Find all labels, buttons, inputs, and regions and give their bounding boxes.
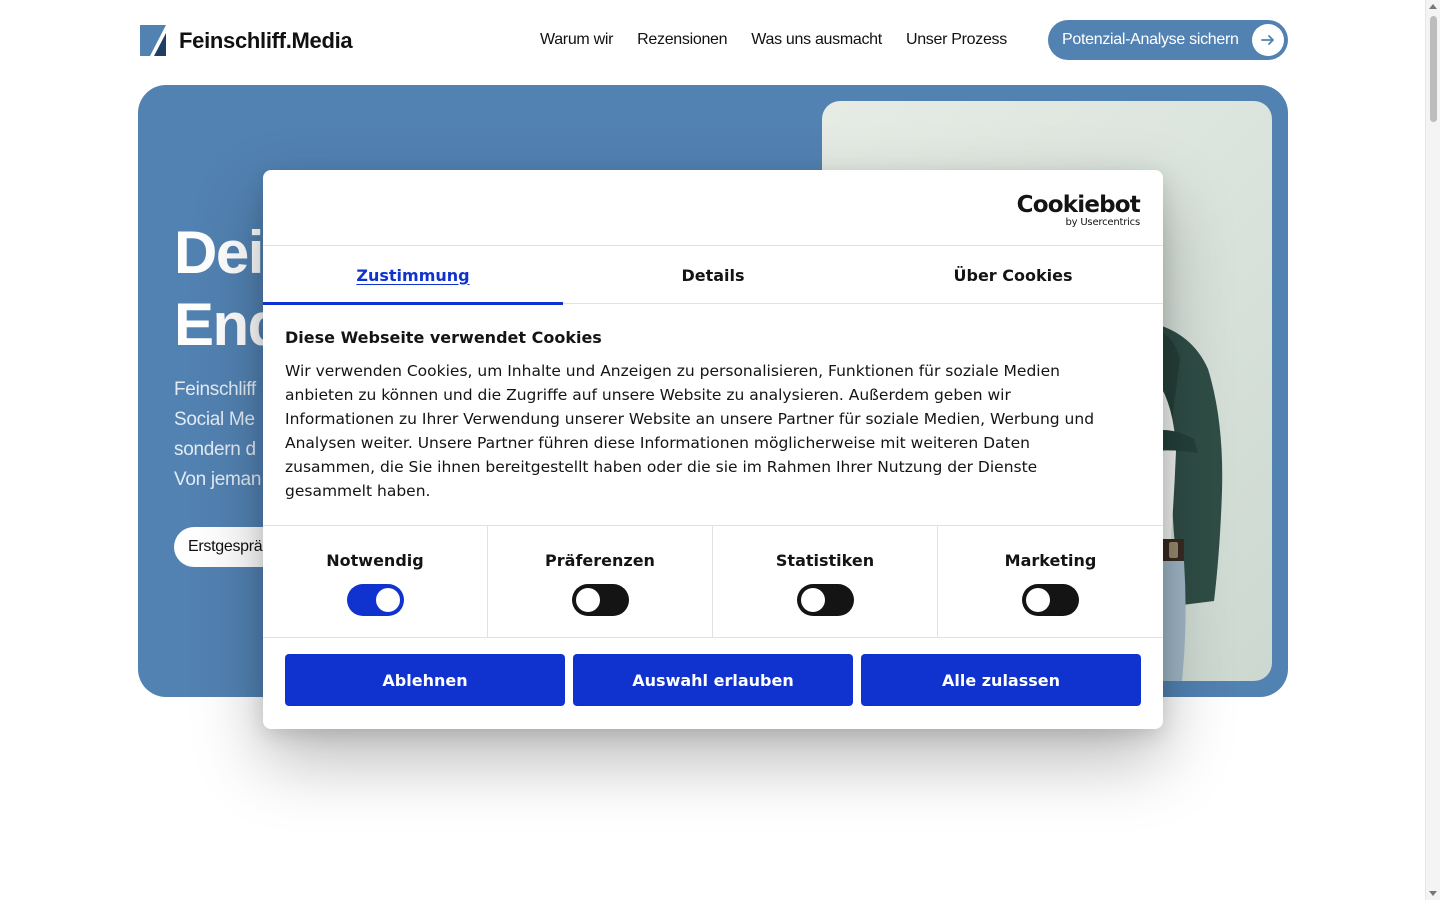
brand-logo-icon[interactable] [140,25,166,56]
category-label: Statistiken [775,551,875,570]
scrollbar-thumb[interactable] [1430,16,1437,122]
consent-body-line: Wir verwenden Cookies, um Inhalte und An… [285,362,1060,380]
tab-zustimmung[interactable]: Zustimmung [263,246,563,305]
arrow-right-icon [1252,24,1284,56]
cookiebot-logo[interactable]: Cookiebot by Usercentrics [1016,192,1141,228]
cookiebot-logo-word: Cookiebot [1016,192,1141,218]
category-praeferenzen: Präferenzen [488,526,713,638]
potential-analysis-button[interactable]: Potenzial-Analyse sichern [1048,20,1288,60]
dialog-header: Cookiebot by Usercentrics [263,170,1163,246]
consent-body-line: Analysen weiter. Unsere Partner führen d… [285,434,1030,452]
consent-body-line: Informationen zu Ihrer Verwendung unsere… [285,410,1095,428]
toggle-marketing[interactable] [1022,584,1079,616]
tab-ueber-cookies[interactable]: Über Cookies [863,246,1163,304]
consent-tabs: Zustimmung Details Über Cookies [263,246,1163,305]
toggle-knob [376,588,400,612]
nav-link-rezensionen[interactable]: Rezensionen [637,31,727,49]
category-marketing: Marketing [938,526,1163,638]
cookie-categories: Notwendig Präferenzen Statistiken Market… [263,525,1163,638]
toggle-knob [576,588,600,612]
toggle-knob [1026,588,1050,612]
decline-button[interactable]: Ablehnen [285,654,565,706]
scroll-up-arrow-icon[interactable] [1429,4,1437,9]
category-notwendig: Notwendig [263,526,488,638]
toggle-knob [801,588,825,612]
scroll-down-arrow-icon[interactable] [1429,891,1437,896]
main-nav: Warum wir Rezensionen Was uns ausmacht U… [540,31,1007,49]
consent-body: Wir verwenden Cookies, um Inhalte und An… [285,359,1141,503]
allow-all-button[interactable]: Alle zulassen [861,654,1141,706]
category-label: Marketing [1004,551,1097,570]
toggle-notwendig[interactable] [347,584,404,616]
tab-label: Über Cookies [953,265,1073,285]
cookie-consent-dialog: Cookiebot by Usercentrics Zustimmung Det… [263,170,1163,729]
category-statistiken: Statistiken [713,526,938,638]
consent-body-line: zusammen, die Sie ihnen bereitgestellt h… [285,458,1038,476]
toggle-statistiken[interactable] [797,584,854,616]
allow-selection-button[interactable]: Auswahl erlauben [573,654,853,706]
site-header: Feinschliff.Media Warum wir Rezensionen … [138,18,1288,62]
category-label: Präferenzen [545,551,655,570]
tab-label: Zustimmung [356,265,470,285]
consent-body-line: anbieten zu können und die Zugriffe auf … [285,386,1011,404]
consent-body-line: gesammelt haben. [285,482,431,500]
tab-details[interactable]: Details [563,246,863,304]
tab-label: Details [681,265,745,285]
nav-link-was-uns-ausmacht[interactable]: Was uns ausmacht [751,31,882,49]
toggle-praeferenzen[interactable] [572,584,629,616]
page-scrollbar[interactable] [1425,0,1440,900]
nav-link-unser-prozess[interactable]: Unser Prozess [906,31,1007,49]
consent-buttons: Ablehnen Auswahl erlauben Alle zulassen [285,654,1141,706]
brand-name[interactable]: Feinschliff.Media [179,28,353,54]
consent-heading: Diese Webseite verwendet Cookies [285,328,602,347]
cta-label: Potenzial-Analyse sichern [1062,31,1239,48]
category-label: Notwendig [326,551,424,570]
consent-content: Diese Webseite verwendet Cookies Wir ver… [285,328,1141,503]
nav-link-warum-wir[interactable]: Warum wir [540,31,613,49]
cookiebot-logo-sub: by Usercentrics [1065,217,1140,228]
